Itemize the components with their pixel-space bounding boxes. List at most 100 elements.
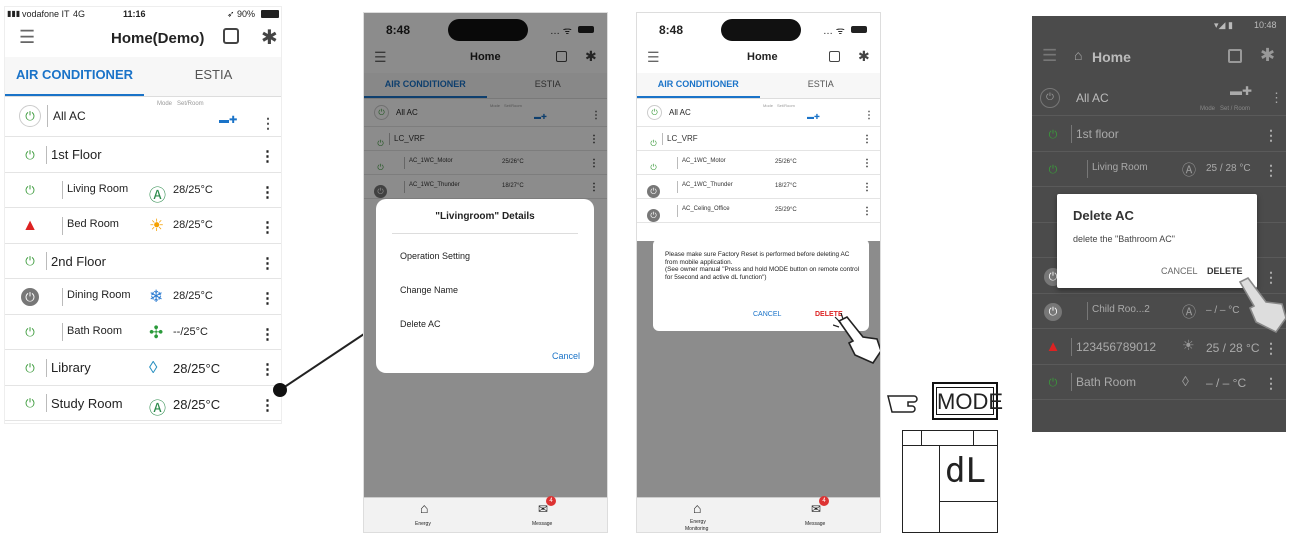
- tab-estia[interactable]: ESTIA: [760, 73, 881, 98]
- power-off-icon[interactable]: ⏻: [21, 287, 39, 306]
- power-icon[interactable]: ⏻: [647, 105, 662, 120]
- group-row[interactable]: ⏻ 2nd Floor ⋮: [5, 244, 281, 279]
- dry-mode-icon: ◊: [149, 358, 158, 378]
- group-row[interactable]: ⏻ LC_VRF ⋮: [637, 127, 880, 151]
- more-icon[interactable]: ⋮: [1264, 162, 1278, 179]
- power-icon[interactable]: ⏻: [21, 181, 39, 199]
- more-icon[interactable]: ⋮: [1270, 90, 1283, 106]
- menu-change-name[interactable]: Change Name: [400, 285, 458, 295]
- divider: [62, 287, 63, 306]
- more-icon[interactable]: ⋮: [260, 254, 275, 272]
- row-label: Bath Room: [67, 324, 123, 337]
- group-row[interactable]: ⏻ 1st floor ⋮: [1032, 116, 1286, 152]
- all-ac-row[interactable]: ⏻ All AC Mode Set/Room ▬✚ ⋮: [637, 101, 880, 127]
- set-room-header: Set/Room: [777, 103, 795, 108]
- more-icon[interactable]: ⋮: [862, 134, 872, 145]
- add-device-icon[interactable]: ▬✚: [807, 113, 820, 121]
- hand-pointer-icon: [833, 313, 880, 365]
- power-icon[interactable]: ⏻: [21, 252, 39, 270]
- unit-row[interactable]: ⏻ Bath Room ✣ --/25°C ⋮: [5, 315, 281, 350]
- divider: [1087, 160, 1088, 179]
- power-icon[interactable]: ⏻: [647, 137, 660, 150]
- schedule-icon[interactable]: [223, 28, 239, 44]
- more-icon[interactable]: ⋮: [862, 158, 872, 169]
- power-icon[interactable]: ⏻: [21, 323, 39, 341]
- settings-icon[interactable]: ✱: [261, 25, 278, 50]
- unit-row[interactable]: ▲ Bed Room ☀ 28/25°C ⋮: [5, 208, 281, 244]
- divider: [62, 181, 63, 200]
- display-divider: [973, 431, 974, 445]
- unit-row[interactable]: ⏻ Living Room 25 / 28 °C ⋮ Ⓐ: [1032, 152, 1286, 187]
- group-row[interactable]: ⏻ Study Room Ⓐ 28/25°C ⋮: [5, 386, 281, 421]
- mode-button-label: MODE: [936, 387, 1003, 415]
- dry-mode-icon: ◊: [1182, 372, 1189, 389]
- menu-icon[interactable]: ☰: [647, 49, 660, 66]
- divider: [677, 205, 678, 217]
- more-icon[interactable]: ⋮: [260, 183, 275, 201]
- more-icon[interactable]: ⋮: [260, 218, 275, 236]
- power-icon[interactable]: ⏻: [1044, 161, 1062, 179]
- schedule-icon[interactable]: [829, 51, 840, 62]
- cancel-button[interactable]: CANCEL: [1161, 266, 1198, 276]
- power-icon[interactable]: ⏻: [1044, 374, 1062, 392]
- add-device-icon[interactable]: ▬✚: [219, 115, 237, 126]
- unit-row[interactable]: ⏻ AC_1WC_Thunder 18/27°C ⋮: [637, 175, 880, 199]
- delete-dialog: Delete AC delete the "Bathroom AC" CANCE…: [1057, 194, 1257, 288]
- tab-air-conditioner[interactable]: AIR CONDITIONER: [637, 73, 760, 98]
- menu-icon[interactable]: ☰: [1042, 46, 1057, 66]
- group-row[interactable]: ⏻ Library ◊ 28/25°C ⋮: [5, 350, 281, 386]
- settings-icon[interactable]: ✱: [858, 48, 870, 65]
- more-icon[interactable]: ⋮: [864, 110, 874, 121]
- power-off-icon[interactable]: ⏻: [647, 184, 660, 198]
- divider: [62, 216, 63, 235]
- power-off-icon[interactable]: ⏻: [1044, 303, 1062, 322]
- power-off-icon[interactable]: ⏻: [647, 208, 660, 222]
- all-ac-label: All AC: [1076, 91, 1109, 105]
- unit-row[interactable]: ⏻ AC_Celing_Office 25/29°C ⋮: [637, 199, 880, 223]
- status-bar: 8:48 … ᯤ: [637, 13, 880, 47]
- group-row[interactable]: ⏻ Bath Room – / – °C ⋮ ◊: [1032, 365, 1286, 400]
- more-icon[interactable]: ⋮: [1264, 340, 1278, 357]
- power-icon[interactable]: ⏻: [1040, 88, 1060, 108]
- energy-icon[interactable]: ⌂: [420, 500, 428, 516]
- more-icon[interactable]: ⋮: [260, 289, 275, 307]
- power-icon[interactable]: ⏻: [19, 105, 41, 127]
- more-icon[interactable]: ⋮: [1264, 127, 1278, 144]
- more-icon[interactable]: ⋮: [862, 182, 872, 193]
- unit-row[interactable]: ⏻ Living Room Ⓐ 28/25°C ⋮: [5, 173, 281, 208]
- screen-factory-reset-dialog: 8:48 … ᯤ ☰ Home ✱ AIR CONDITIONER ESTIA …: [636, 12, 881, 533]
- energy-sublabel: Monitoring: [685, 526, 709, 532]
- menu-operation-setting[interactable]: Operation Setting: [400, 251, 470, 261]
- more-icon[interactable]: ⋮: [862, 206, 872, 217]
- more-icon[interactable]: ⋮: [1264, 375, 1278, 392]
- signal-icon: ▾◢ ▮: [1214, 20, 1233, 30]
- tab-estia[interactable]: ESTIA: [144, 57, 281, 96]
- more-icon[interactable]: ⋮: [260, 147, 275, 165]
- cancel-button[interactable]: CANCEL: [753, 311, 781, 318]
- energy-icon[interactable]: ⌂: [693, 500, 701, 516]
- tab-air-conditioner[interactable]: AIR CONDITIONER: [5, 57, 144, 96]
- unit-row[interactable]: ⏻ AC_1WC_Motor 25/26°C ⋮: [637, 151, 880, 175]
- menu-icon[interactable]: ☰: [19, 27, 35, 48]
- power-icon[interactable]: ⏻: [21, 394, 39, 412]
- all-ac-row[interactable]: ⏻ All AC Mode Set/Room ▬✚ ⋮: [5, 99, 281, 137]
- menu-delete-ac[interactable]: Delete AC: [400, 319, 441, 329]
- all-ac-row[interactable]: ⏻ All AC Mode Set / Room ▬✚ ⋮: [1032, 80, 1286, 116]
- cancel-button[interactable]: Cancel: [552, 351, 580, 361]
- group-row[interactable]: ⏻ 1st Floor ⋮: [5, 137, 281, 173]
- power-icon[interactable]: ⏻: [21, 146, 39, 164]
- power-icon[interactable]: ⏻: [647, 161, 660, 174]
- divider: [62, 323, 63, 342]
- screen-android-delete: ▾◢ ▮ 10:48 ☰ ⌂ Home ✱ ⏻ All AC Mode Set …: [1032, 16, 1286, 432]
- details-dialog: "Livingroom" Details Operation Setting C…: [376, 199, 594, 373]
- power-icon[interactable]: ⏻: [1044, 126, 1062, 144]
- display-divider: [921, 431, 922, 445]
- message-label: Message: [805, 521, 826, 527]
- more-icon[interactable]: ⋮: [261, 115, 275, 132]
- auto-mode-icon: Ⓐ: [1182, 303, 1196, 320]
- unit-row[interactable]: ⏻ Dining Room ❄ 28/25°C ⋮: [5, 279, 281, 315]
- schedule-icon[interactable]: [1228, 49, 1242, 63]
- power-icon[interactable]: ⏻: [21, 359, 39, 377]
- add-device-icon[interactable]: ▬✚: [1230, 84, 1252, 98]
- settings-icon[interactable]: ✱: [1260, 45, 1275, 66]
